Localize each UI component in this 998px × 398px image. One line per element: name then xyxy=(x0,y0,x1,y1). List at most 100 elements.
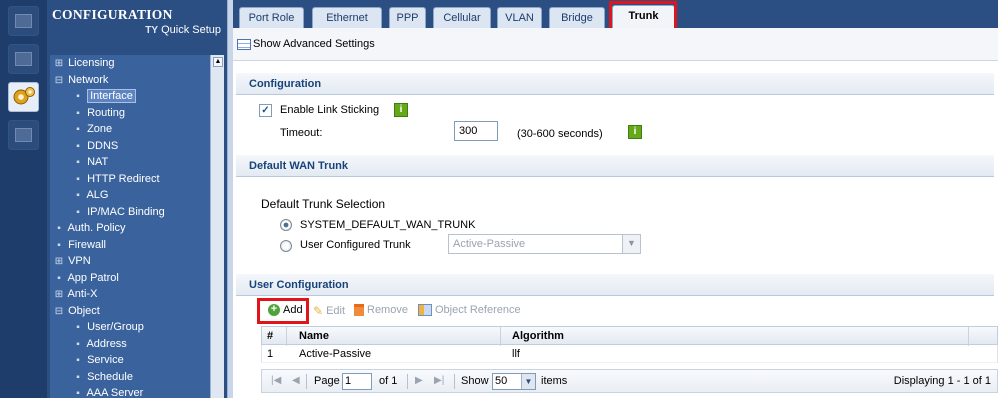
monitor-icon[interactable] xyxy=(8,6,39,36)
user-trunk-select[interactable]: Active-Passive ▼ xyxy=(448,234,641,254)
tab-ethernet[interactable]: Ethernet xyxy=(312,7,382,28)
sidebar-item-schedule[interactable]: ▪ Schedule xyxy=(50,369,210,386)
tab-cellular[interactable]: Cellular xyxy=(433,7,491,28)
sidebar-item-interface[interactable]: ▪ Interface xyxy=(50,88,210,105)
bullet-icon: ▪ xyxy=(76,371,80,383)
sidebar-item-label: Firewall xyxy=(68,238,106,251)
sidebar-item-label: HTTP Redirect xyxy=(87,172,160,185)
object-reference-label: Object Reference xyxy=(435,304,521,316)
next-page-icon[interactable]: ▶ xyxy=(415,375,423,386)
sidebar-item-ddns[interactable]: ▪ DDNS xyxy=(50,138,210,155)
app-icon-rail xyxy=(0,0,47,398)
bullet-icon: ▪ xyxy=(76,157,80,168)
sidebar-item-auth-policy[interactable]: ▪ Auth. Policy xyxy=(50,220,210,237)
table-pager: |◀ ◀ Page 1 of 1 ▶ ▶| Show 50 ▼ items Di… xyxy=(261,369,998,393)
sidebar-item-zone[interactable]: ▪ Zone xyxy=(50,121,210,138)
bullet-icon: ▪ xyxy=(57,239,61,251)
sidebar-item-label: Network xyxy=(68,73,109,86)
tab-trunk[interactable]: Trunk xyxy=(612,5,675,28)
remove-button[interactable]: Remove xyxy=(354,304,408,316)
table-row[interactable]: 1 Active-Passive llf xyxy=(261,345,998,363)
dashboard-icon[interactable] xyxy=(8,44,39,74)
quick-setup-link[interactable]: TY Quick Setup xyxy=(145,24,221,36)
sidebar-item-address[interactable]: ▪ Address xyxy=(50,336,210,353)
sidebar-item-service[interactable]: ▪ Service xyxy=(50,352,210,369)
user-configured-trunk-label: User Configured Trunk xyxy=(300,239,411,251)
page-size-value: 50 xyxy=(495,375,508,387)
bullet-icon: ▪ xyxy=(76,124,80,135)
tab-bridge[interactable]: Bridge xyxy=(549,7,605,28)
column-name[interactable]: Name xyxy=(299,327,329,346)
gear-icon[interactable] xyxy=(8,82,39,112)
sidebar-item-user-group[interactable]: ▪ User/Group xyxy=(50,319,210,336)
quick-setup-label: Quick Setup xyxy=(161,24,221,36)
trunk-table: # Name Algorithm 1 Active-Passive llf xyxy=(261,326,998,363)
sidebar-item-aaa-server[interactable]: ▪ AAA Server xyxy=(50,385,210,398)
remove-label: Remove xyxy=(367,304,408,316)
enable-link-sticking-checkbox[interactable]: ✓ xyxy=(259,104,272,117)
show-label: Show xyxy=(461,375,489,387)
sidebar-item-licensing[interactable]: ⊞ Licensing xyxy=(50,55,210,72)
object-reference-button[interactable]: Object Reference xyxy=(418,304,521,316)
sidebar-item-label: App Patrol xyxy=(67,271,119,284)
bullet-icon: ▪ xyxy=(76,388,80,398)
nav-scrollbar[interactable]: ▲ xyxy=(210,55,224,398)
sidebar-item-ip-mac-binding[interactable]: ▪ IP/MAC Binding xyxy=(50,204,210,221)
collapse-icon[interactable]: ⊟ xyxy=(53,73,65,90)
object-reference-icon xyxy=(418,304,432,316)
column-number[interactable]: # xyxy=(267,327,273,346)
first-page-icon[interactable]: |◀ xyxy=(271,375,281,386)
displaying-count: Displaying 1 - 1 of 1 xyxy=(893,375,991,387)
page-number-input[interactable]: 1 xyxy=(342,373,372,390)
tab-ppp[interactable]: PPP xyxy=(389,7,426,28)
collapse-icon[interactable]: ⊟ xyxy=(53,304,65,321)
sidebar-item-label: ALG xyxy=(86,189,109,201)
sidebar-item-alg[interactable]: ▪ ALG xyxy=(50,187,210,204)
show-advanced-settings-link[interactable]: Show Advanced Settings xyxy=(237,38,375,50)
tab-vlan[interactable]: VLAN xyxy=(497,7,542,28)
sidebar-item-anti-x[interactable]: ⊞ Anti-X xyxy=(50,286,210,303)
sidebar-item-routing[interactable]: ▪ Routing xyxy=(50,105,210,122)
advanced-settings-bar: Show Advanced Settings xyxy=(233,28,998,61)
default-trunk-selection-label: Default Trunk Selection xyxy=(261,197,386,211)
sidebar-item-app-patrol[interactable]: ▪ App Patrol xyxy=(50,270,210,287)
sidebar-item-network[interactable]: ⊟ Network xyxy=(50,72,210,89)
trash-icon xyxy=(354,304,364,316)
tab-port-role[interactable]: Port Role xyxy=(239,7,304,28)
page-size-select[interactable]: 50 ▼ xyxy=(492,373,536,390)
pencil-icon: ✎ xyxy=(313,304,324,318)
scroll-up-icon[interactable]: ▲ xyxy=(213,57,223,67)
bullet-icon: ▪ xyxy=(76,206,80,218)
add-button[interactable]: + Add xyxy=(268,304,303,316)
navigation-panel: CONFIGURATION TY Quick Setup ⊞ Licensing… xyxy=(47,0,227,398)
default-wan-trunk-heading: Default WAN Trunk xyxy=(236,155,994,177)
tab-bar: Port Role Ethernet PPP Cellular VLAN Bri… xyxy=(233,0,998,28)
expand-icon[interactable]: ⊞ xyxy=(53,56,65,73)
info-icon[interactable]: i xyxy=(628,125,642,139)
table-icon xyxy=(237,38,251,50)
info-icon[interactable]: i xyxy=(394,103,408,117)
expand-icon[interactable]: ⊞ xyxy=(53,287,65,304)
edit-button[interactable]: ✎ Edit xyxy=(313,304,345,318)
bullet-icon: ▪ xyxy=(76,107,80,119)
prev-page-icon[interactable]: ◀ xyxy=(292,375,300,386)
maintenance-icon[interactable] xyxy=(8,120,39,150)
sidebar-item-label: Zone xyxy=(87,123,113,135)
column-algorithm[interactable]: Algorithm xyxy=(512,327,564,346)
bullet-icon: ▪ xyxy=(76,190,80,201)
sidebar-item-vpn[interactable]: ⊞ VPN xyxy=(50,253,210,270)
add-icon: + xyxy=(268,304,280,316)
sidebar-item-firewall[interactable]: ▪ Firewall xyxy=(50,237,210,254)
sidebar-item-label: Schedule xyxy=(87,370,133,383)
timeout-input[interactable]: 300 xyxy=(454,121,498,141)
sidebar-item-http-redirect[interactable]: ▪ HTTP Redirect xyxy=(50,171,210,188)
last-page-icon[interactable]: ▶| xyxy=(434,375,444,386)
user-configured-trunk-radio[interactable] xyxy=(280,240,292,252)
system-default-trunk-radio[interactable] xyxy=(280,219,292,231)
expand-icon[interactable]: ⊞ xyxy=(53,254,65,271)
row-number: 1 xyxy=(267,348,274,360)
sidebar-item-nat[interactable]: ▪ NAT xyxy=(50,154,210,171)
sidebar-item-label: Address xyxy=(86,337,127,350)
sidebar-item-label: Interface xyxy=(87,89,136,103)
sidebar-item-object[interactable]: ⊟ Object xyxy=(50,303,210,320)
